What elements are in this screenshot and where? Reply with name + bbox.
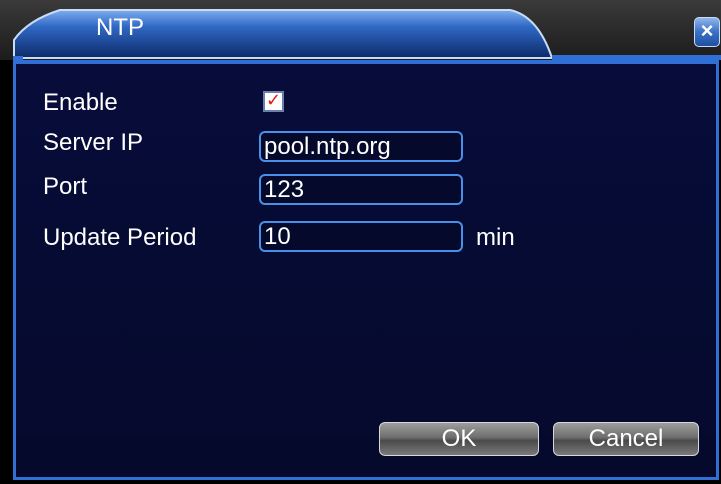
window-title: NTP bbox=[96, 14, 144, 41]
settings-panel-body: Enable ✓ Server IP pool.ntp.org Port 123… bbox=[16, 64, 716, 477]
cancel-button[interactable]: Cancel bbox=[553, 422, 699, 456]
update-period-field[interactable]: 10 bbox=[259, 221, 463, 252]
update-period-label: Update Period bbox=[43, 224, 197, 251]
enable-checkbox[interactable]: ✓ bbox=[263, 90, 284, 112]
settings-panel: Enable ✓ Server IP pool.ntp.org Port 123… bbox=[13, 60, 719, 480]
server-ip-label: Server IP bbox=[43, 129, 144, 156]
ok-button[interactable]: OK bbox=[379, 422, 539, 456]
port-field[interactable]: 123 bbox=[259, 174, 463, 205]
ntp-dialog: NTP × Enable ✓ Server IP pool.ntp.org Po… bbox=[0, 0, 721, 484]
close-button[interactable]: × bbox=[694, 17, 720, 47]
check-mark-icon: ✓ bbox=[266, 90, 282, 110]
server-ip-field[interactable]: pool.ntp.org bbox=[259, 131, 463, 162]
update-period-unit: min bbox=[476, 224, 515, 251]
title-bar: NTP × bbox=[0, 0, 721, 60]
close-icon: × bbox=[700, 18, 714, 43]
port-label: Port bbox=[43, 173, 88, 200]
enable-label: Enable bbox=[43, 89, 118, 116]
